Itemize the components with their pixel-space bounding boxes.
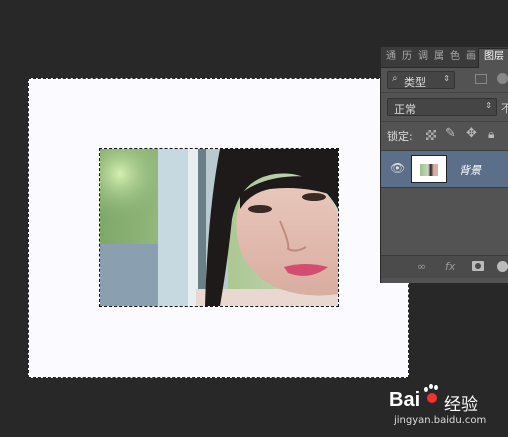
divider: [381, 121, 508, 122]
watermark-brand-2: 经验: [444, 395, 478, 415]
tab-properties[interactable]: 属: [433, 49, 445, 65]
tab-brush[interactable]: 画: [465, 49, 477, 65]
watermark-brand: Bai: [389, 389, 421, 411]
chevron-updown-icon: ⇕: [485, 101, 492, 110]
tab-layers[interactable]: 图层: [478, 48, 508, 68]
blend-mode-value: 正常: [394, 103, 416, 116]
tab-color[interactable]: 色: [449, 49, 461, 65]
lock-label: 锁定:: [387, 130, 413, 143]
tab-channels[interactable]: 通: [385, 49, 397, 65]
baidu-watermark: Bai 经验 jingyan.baidu.com: [386, 378, 508, 437]
layer-row-background[interactable]: 👁︎ 背景: [381, 150, 508, 188]
image-filter-icon[interactable]: [475, 74, 487, 84]
filter-type-label: 类型: [404, 76, 426, 89]
thumbnail-image: [420, 164, 438, 176]
fx-icon[interactable]: fx: [445, 260, 455, 273]
blend-mode-select[interactable]: 正常 ⇕: [387, 98, 497, 116]
layers-panel: 通 历 调 属 色 画 图层 ⌕ 类型 ⇕ 正常 ⇕ 不 锁定: ✎ ✥ 🔒︎ …: [380, 46, 508, 283]
layer-filter-select[interactable]: ⌕ 类型 ⇕: [387, 71, 455, 89]
paw-icon: [423, 384, 441, 404]
photo-layer-image[interactable]: [99, 148, 339, 307]
chevron-updown-icon: ⇕: [443, 74, 450, 83]
lock-paint-icon[interactable]: ✎: [445, 126, 456, 141]
tab-history[interactable]: 历: [401, 49, 413, 65]
layer-name: 背景: [459, 164, 481, 177]
adjustment-icon[interactable]: [497, 261, 508, 272]
lock-position-icon[interactable]: ✥: [466, 126, 477, 141]
tab-adjustments[interactable]: 调: [417, 49, 429, 65]
eye-icon[interactable]: 👁︎: [390, 161, 405, 175]
photo-artwork: [100, 149, 338, 306]
search-icon: ⌕: [392, 73, 398, 84]
panel-tab-bar: 通 历 调 属 色 画 图层: [381, 47, 508, 68]
layer-thumbnail: [411, 155, 447, 183]
layers-panel-footer: ∞ fx: [381, 255, 508, 278]
link-icon[interactable]: ∞: [417, 260, 426, 273]
mask-icon[interactable]: [472, 261, 484, 271]
watermark-url: jingyan.baidu.com: [394, 415, 487, 426]
divider: [381, 92, 508, 93]
adjustment-filter-icon[interactable]: [497, 73, 508, 84]
opacity-label: 不: [501, 102, 508, 115]
lock-transparent-icon[interactable]: [426, 130, 436, 140]
lock-all-icon[interactable]: 🔒︎: [488, 127, 494, 142]
